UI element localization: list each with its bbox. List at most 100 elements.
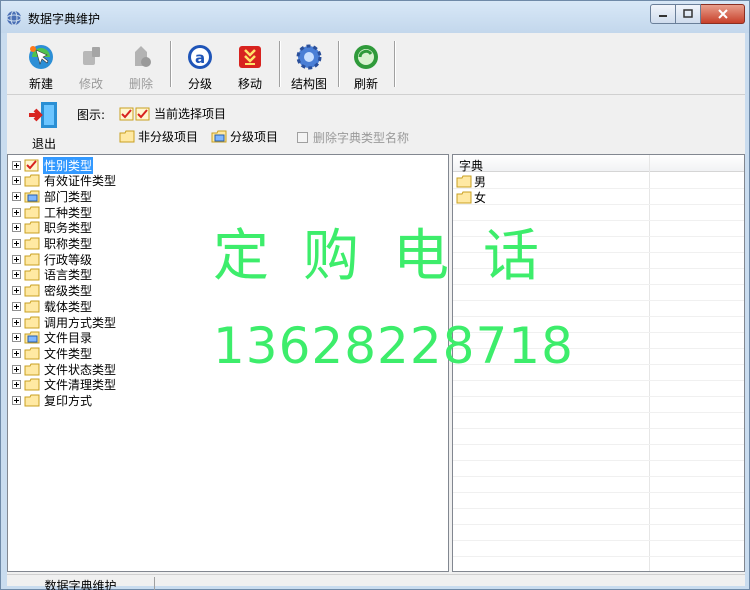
move-button[interactable]: 移动 — [224, 42, 276, 92]
expand-icon[interactable] — [12, 176, 21, 186]
list-row[interactable] — [453, 461, 744, 477]
list-cell: 男 — [456, 173, 486, 189]
expand-icon[interactable] — [12, 380, 21, 390]
expand-icon[interactable] — [12, 301, 21, 311]
tree-item-label: 文件目录 — [44, 331, 93, 346]
structure-button[interactable]: 结构图 — [283, 42, 335, 92]
tree-item[interactable]: 调用方式类型 — [12, 314, 117, 330]
folder-icon — [24, 174, 40, 187]
list-row[interactable] — [453, 301, 744, 317]
client-area: 新建 修改 删除 a 分级 移动 结构图 刷新 退出 图示: 当前选择项目 非分… — [7, 33, 745, 590]
tree-item-label: 性别类型 — [43, 156, 94, 174]
list-row[interactable]: 女 — [453, 189, 744, 205]
folder-icon — [24, 237, 40, 250]
toolbar-separator — [170, 41, 172, 87]
list-row[interactable] — [453, 381, 744, 397]
list-row[interactable] — [453, 397, 744, 413]
expand-icon[interactable] — [12, 286, 21, 296]
expand-icon[interactable] — [12, 348, 21, 358]
toolbar-separator — [279, 41, 281, 87]
legend-title: 图示: — [77, 108, 106, 122]
column-header-dictionary[interactable]: 字典 — [459, 157, 483, 174]
expand-icon[interactable] — [12, 333, 21, 343]
maximize-icon — [683, 9, 693, 18]
folder-icon — [456, 175, 472, 187]
level-label: 分级 — [187, 77, 212, 91]
tree-item[interactable]: 性别类型 — [12, 156, 94, 174]
list-header: 字典 — [453, 155, 744, 174]
check-folder-icon — [119, 107, 150, 120]
expand-icon[interactable] — [12, 364, 21, 374]
expand-icon[interactable] — [12, 160, 21, 170]
tree-item[interactable]: 有效证件类型 — [12, 173, 117, 189]
move-label: 移动 — [237, 77, 262, 91]
window-title: 数据字典维护 — [28, 12, 101, 26]
expand-icon[interactable] — [12, 191, 21, 201]
folder-icon — [24, 316, 40, 328]
tree-item[interactable]: 载体类型 — [12, 298, 93, 314]
list-row[interactable] — [453, 541, 744, 557]
list-row[interactable] — [453, 509, 744, 525]
legend-selected-label: 当前选择项目 — [154, 107, 227, 121]
level-icon: a — [188, 45, 212, 69]
list-row[interactable] — [453, 557, 744, 571]
tree-item-label: 职称类型 — [44, 237, 93, 251]
refresh-button[interactable]: 刷新 — [340, 42, 392, 92]
expand-icon[interactable] — [12, 396, 21, 405]
expand-icon[interactable] — [12, 270, 21, 280]
list-row[interactable] — [453, 477, 744, 493]
structure-gear-icon — [296, 44, 322, 70]
tree-item[interactable]: 文件目录 — [12, 330, 93, 346]
tree-item[interactable]: 复印方式 — [12, 393, 93, 409]
list-row[interactable] — [453, 525, 744, 541]
svg-text:a: a — [195, 49, 205, 67]
list-row[interactable]: 男 — [453, 173, 744, 189]
close-button[interactable] — [701, 4, 745, 24]
watermark-line2: 13628228718 — [213, 317, 574, 375]
tree-item-label: 文件类型 — [44, 346, 93, 361]
delete-type-name-checkbox[interactable]: 删除字典类型名称 — [297, 129, 409, 146]
expand-icon[interactable] — [12, 254, 21, 264]
tree-item[interactable]: 职务类型 — [12, 220, 93, 236]
tree-item-label: 载体类型 — [44, 299, 93, 314]
folder-icon — [24, 363, 40, 376]
list-row[interactable] — [453, 493, 744, 509]
tree-item[interactable]: 文件状态类型 — [12, 361, 117, 377]
tree-item[interactable]: 部门类型 — [12, 188, 93, 204]
minimize-button[interactable] — [650, 4, 676, 24]
maximize-button[interactable] — [676, 4, 701, 24]
list-row[interactable] — [453, 413, 744, 429]
app-window: 数据字典维护 新建 修改 删除 a 分级 移动 结构图 刷新 退出 图示: 当前… — [0, 0, 750, 590]
level-button[interactable]: a 分级 — [174, 42, 226, 92]
app-icon — [6, 10, 22, 26]
tree-item-label: 有效证件类型 — [44, 174, 117, 189]
list-row[interactable] — [453, 429, 744, 445]
watermark-line1: 定购电话 — [213, 224, 573, 289]
tree-item-label: 部门类型 — [44, 189, 93, 204]
expand-icon[interactable] — [12, 239, 21, 248]
move-icon — [239, 46, 261, 68]
tree-item[interactable]: 行政等级 — [12, 251, 93, 267]
tree-item[interactable]: 密级类型 — [12, 283, 93, 299]
expand-icon[interactable] — [12, 207, 21, 217]
list-cell: 女 — [456, 189, 486, 205]
tree-item[interactable]: 文件类型 — [12, 345, 93, 361]
list-row[interactable] — [453, 445, 744, 461]
tree-item-label: 密级类型 — [44, 284, 93, 299]
legend-level: 分级项目 — [211, 128, 278, 145]
tree-item[interactable]: 职称类型 — [12, 236, 93, 252]
folder-icon — [24, 206, 40, 219]
tree-item[interactable]: 文件清理类型 — [12, 377, 117, 393]
new-button[interactable]: 新建 — [15, 42, 67, 92]
expand-icon[interactable] — [12, 223, 21, 233]
tree-item[interactable]: 语言类型 — [12, 267, 93, 283]
tree-item-label: 语言类型 — [44, 268, 93, 283]
tree-item-label: 职务类型 — [44, 221, 93, 236]
main-toolbar: 新建 修改 删除 a 分级 移动 结构图 刷新 — [7, 33, 745, 95]
expand-icon[interactable] — [12, 317, 21, 327]
tree-item[interactable]: 工种类型 — [12, 204, 93, 220]
folder-icon — [24, 268, 40, 281]
delete-button[interactable]: 删除 — [115, 42, 167, 92]
exit-button[interactable]: 退出 — [21, 100, 67, 152]
edit-button[interactable]: 修改 — [65, 42, 117, 92]
